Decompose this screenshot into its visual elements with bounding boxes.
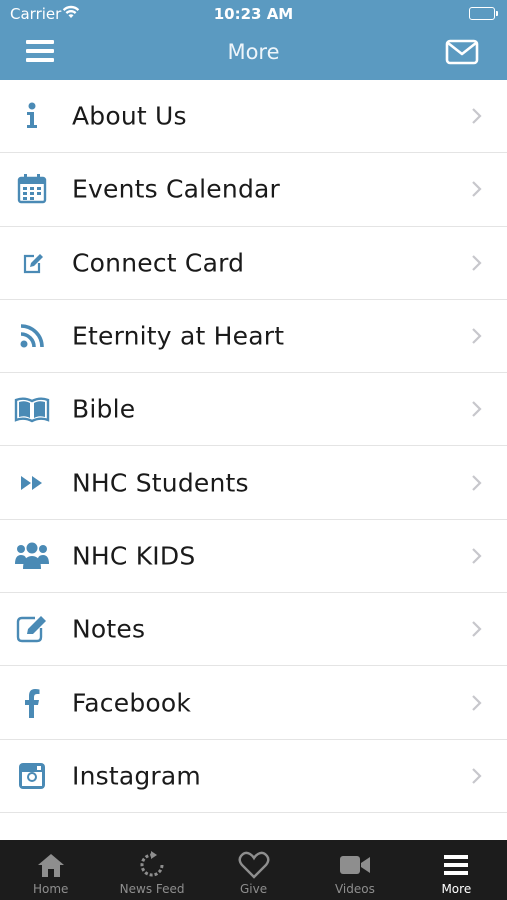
status-time: 10:23 AM: [213, 5, 294, 23]
chevron-right-icon: [471, 327, 483, 345]
tab-label: Home: [32, 882, 69, 896]
calendar-icon: [14, 171, 50, 207]
chevron-right-icon: [471, 474, 483, 492]
book-icon: [14, 391, 50, 427]
tab-label: Give: [239, 882, 268, 896]
users-icon: [14, 538, 50, 574]
battery-icon: [469, 7, 498, 20]
tab-news-feed[interactable]: News Feed: [101, 840, 202, 900]
menu-item-about-us[interactable]: About Us: [0, 80, 507, 154]
more-menu-list: About Us Events Calendar Connect Card Et…: [0, 80, 507, 813]
nav-bar: More: [0, 30, 507, 80]
tab-more[interactable]: More: [406, 840, 507, 900]
menu-item-label: Events Calendar: [72, 174, 281, 204]
menu-item-instagram[interactable]: Instagram: [0, 740, 507, 813]
menu-item-facebook[interactable]: Facebook: [0, 666, 507, 740]
menu-item-notes[interactable]: Notes: [0, 593, 507, 667]
bottom-tab-bar: Home News Feed Give Videos More: [0, 840, 507, 900]
home-icon: [35, 850, 67, 880]
notes-icon: [14, 611, 50, 647]
menu-item-label: Facebook: [72, 688, 192, 718]
chevron-right-icon: [471, 694, 483, 712]
menu-item-label: Bible: [72, 394, 136, 424]
chevron-right-icon: [471, 547, 483, 565]
mail-button[interactable]: [445, 38, 479, 66]
top-header: Carrier 10:23 AM More: [0, 0, 507, 80]
tab-label: More: [441, 882, 472, 896]
chevron-right-icon: [471, 400, 483, 418]
chevron-right-icon: [471, 254, 483, 272]
info-icon: [14, 98, 50, 134]
facebook-icon: [14, 685, 50, 721]
envelope-icon: [445, 39, 479, 65]
heart-icon: [238, 850, 270, 880]
page-title: More: [227, 40, 280, 64]
chevron-right-icon: [471, 620, 483, 638]
menu-item-label: Notes: [72, 614, 146, 644]
status-bar: Carrier 10:23 AM: [0, 0, 507, 28]
edit-icon: [14, 245, 50, 281]
video-camera-icon: [339, 850, 371, 880]
menu-item-nhc-students[interactable]: NHC Students: [0, 446, 507, 520]
rss-icon: [14, 318, 50, 354]
instagram-icon: [14, 758, 50, 794]
chevron-right-icon: [471, 180, 483, 198]
tab-give[interactable]: Give: [203, 840, 304, 900]
menu-item-events-calendar[interactable]: Events Calendar: [0, 153, 507, 227]
menu-item-connect-card[interactable]: Connect Card: [0, 227, 507, 300]
menu-item-label: About Us: [72, 101, 187, 131]
chevron-right-icon: [471, 767, 483, 785]
menu-item-label: Instagram: [72, 761, 201, 791]
tab-label: Videos: [334, 882, 375, 896]
menu-item-label: NHC Students: [72, 468, 249, 498]
menu-item-eternity-at-heart[interactable]: Eternity at Heart: [0, 300, 507, 374]
menu-item-nhc-kids[interactable]: NHC KIDS: [0, 520, 507, 594]
menu-item-label: Eternity at Heart: [72, 321, 285, 351]
refresh-icon: [136, 850, 168, 880]
menu-item-bible[interactable]: Bible: [0, 373, 507, 447]
fast-forward-icon: [14, 465, 50, 501]
menu-icon: [440, 850, 472, 880]
tab-videos[interactable]: Videos: [304, 840, 405, 900]
menu-item-label: Connect Card: [72, 248, 245, 278]
menu-item-label: NHC KIDS: [72, 541, 196, 571]
chevron-right-icon: [471, 107, 483, 125]
tab-label: News Feed: [119, 882, 185, 896]
tab-home[interactable]: Home: [0, 840, 101, 900]
